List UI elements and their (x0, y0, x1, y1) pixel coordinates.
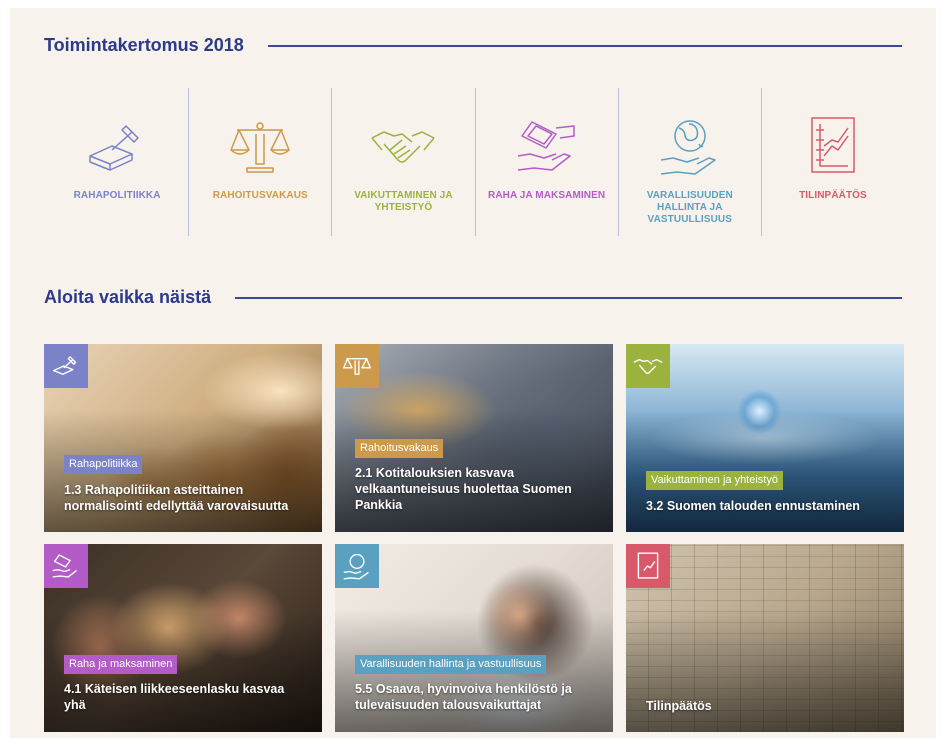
article-card-tilinpaatos[interactable]: Tilinpäätös (626, 544, 904, 732)
category-rahoitusvakaus[interactable]: RAHOITUSVAKAUS (189, 88, 333, 236)
money-hands-icon (52, 554, 77, 578)
category-nav: RAHAPOLITIIKKA RAHOITUSVAKAUS VAIKUTTAMI… (46, 88, 904, 236)
category-label: VARALLISUUDEN HALLINTA JA VASTUULLISUUS (646, 190, 733, 225)
card-tag: Raha ja maksaminen (64, 655, 178, 674)
card-category-badge (335, 544, 379, 588)
card-title: Tilinpäätös (646, 699, 712, 713)
card-category-badge (44, 544, 88, 588)
card-category-badge (626, 344, 670, 388)
card-category-badge (335, 344, 379, 388)
card-title: 3.2 Suomen talouden ennustaminen (646, 499, 860, 513)
article-card-vaikuttaminen[interactable]: Vaikuttaminen ja yhteistyö 3.2 Suomen ta… (626, 344, 904, 532)
card-title: 2.1 Kotitalouksien kasvava velkaantuneis… (355, 466, 572, 512)
category-label: RAHAPOLITIIKKA (73, 190, 161, 201)
section-title: Aloita vaikka näistä (44, 287, 212, 307)
scales-icon (343, 357, 371, 375)
category-rahapolitiikka[interactable]: RAHAPOLITIIKKA (46, 88, 190, 236)
article-card-grid: Rahapolitiikka 1.3 Rahapolitiikan asteit… (44, 344, 904, 732)
handshake-icon (371, 131, 435, 163)
section-header-annual-report: Toimintakertomus 2018 (44, 35, 902, 56)
globe-hand-icon (343, 553, 369, 580)
category-label: RAHOITUSVAKAUS (212, 190, 308, 201)
section-rule (235, 296, 902, 299)
article-card-rahoitusvakaus[interactable]: Rahoitusvakaus 2.1 Kotitalouksien kasvav… (335, 344, 613, 532)
gavel-icon (89, 125, 139, 171)
card-category-badge (44, 344, 88, 388)
card-tag: Rahapolitiikka (64, 455, 143, 474)
scales-icon (230, 122, 290, 173)
category-label: RAHA JA MAKSAMINEN (488, 190, 606, 201)
category-vaikuttaminen-ja-yhteistyo[interactable]: VAIKUTTAMINEN JA YHTEISTYÖ (332, 88, 476, 236)
card-tag: Varallisuuden hallinta ja vastuullisuus (355, 655, 547, 674)
page-container: Toimintakertomus 2018 RAHAPOLITIIKKA RAH… (10, 8, 936, 738)
article-card-raha-ja-maksaminen[interactable]: Raha ja maksaminen 4.1 Käteisen liikkees… (44, 544, 322, 732)
category-label: TILINPÄÄTÖS (799, 190, 867, 201)
card-title: 4.1 Käteisen liikkeeseenlasku kasvaa yhä (64, 682, 285, 712)
category-label: VAIKUTTAMINEN JA YHTEISTYÖ (354, 190, 453, 213)
category-varallisuuden-hallinta[interactable]: VARALLISUUDEN HALLINTA JA VASTUULLISUUS (619, 88, 762, 236)
chart-document-icon (637, 552, 659, 579)
section-rule (267, 44, 902, 47)
gavel-icon (52, 356, 77, 375)
article-card-rahapolitiikka[interactable]: Rahapolitiikka 1.3 Rahapolitiikan asteit… (44, 344, 322, 532)
card-tag: Vaikuttaminen ja yhteistyö (646, 471, 783, 490)
section-header-start-here: Aloita vaikka näistä (44, 287, 902, 308)
chart-document-icon (811, 117, 855, 173)
card-tag: Rahoitusvakaus (355, 439, 444, 458)
article-card-varallisuus[interactable]: Varallisuuden hallinta ja vastuullisuus … (335, 544, 613, 732)
money-hands-icon (517, 121, 575, 171)
handshake-icon (633, 358, 663, 374)
category-raha-ja-maksaminen[interactable]: RAHA JA MAKSAMINEN (476, 88, 619, 236)
card-title: 5.5 Osaava, hyvinvoiva henkilöstö ja tul… (355, 682, 572, 712)
section-title: Toimintakertomus 2018 (44, 35, 244, 55)
card-title: 1.3 Rahapolitiikan asteittainen normalis… (64, 483, 289, 513)
category-tilinpaatos[interactable]: TILINPÄÄTÖS (762, 88, 904, 236)
globe-hand-icon (660, 120, 716, 175)
card-category-badge (626, 544, 670, 588)
